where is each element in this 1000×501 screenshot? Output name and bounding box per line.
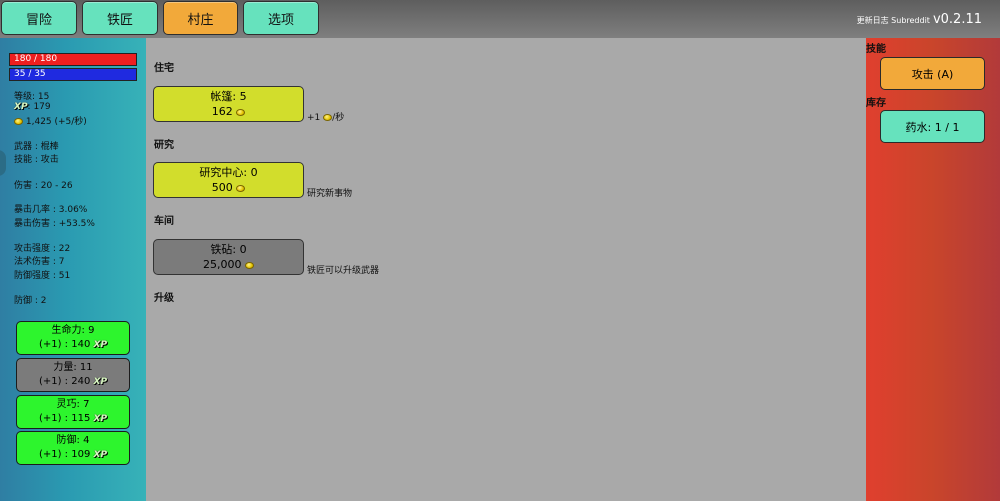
coin-icon	[236, 108, 246, 116]
defense-power-stat: 防御强度 : 51	[14, 271, 71, 281]
attr-cost-value: (+1) : 115	[38, 413, 91, 424]
attr-cost-value: (+1) : 140	[38, 339, 91, 350]
attr-cost: (+1) : 140 XP	[17, 338, 129, 352]
attack-skill-button[interactable]: 攻击 (A)	[880, 57, 985, 90]
version-number: v0.2.11	[932, 12, 982, 27]
cost-value: 500	[211, 181, 233, 194]
changelog-subreddit-links[interactable]: 更新日志 Subreddit	[857, 15, 930, 26]
attr-name: 生命力: 9	[51, 325, 95, 336]
crit-damage-stat: 暴击伤害 : +53.5%	[14, 219, 95, 229]
anvil-build-button[interactable]: 铁砧: 0 25,000	[153, 239, 304, 275]
xp-stat: XP: 179	[14, 102, 51, 112]
skills-inventory-panel: 技能 攻击 (A) 库存 药水: 1 / 1	[866, 38, 1000, 501]
attr-name: 防御: 4	[56, 435, 90, 446]
dexterity-upgrade-button[interactable]: 灵巧: 7 (+1) : 115 XP	[16, 395, 130, 429]
building-cost: 162	[154, 104, 303, 119]
attr-cost-value: (+1) : 240	[38, 376, 91, 387]
tab-options[interactable]: 选项	[243, 1, 319, 35]
xp-icon: XP	[93, 377, 108, 387]
research-center-build-button[interactable]: 研究中心: 0 500	[153, 162, 304, 198]
housing-title: 住宅	[154, 63, 174, 74]
coin-icon	[236, 184, 246, 192]
building-name: 帐篷: 5	[210, 90, 247, 103]
spell-power-stat: 法术伤害 : 7	[14, 257, 65, 267]
building-cost: 25,000	[154, 257, 303, 272]
vitality-upgrade-button[interactable]: 生命力: 9 (+1) : 140 XP	[16, 321, 130, 355]
damage-stat: 伤害 : 20 - 26	[14, 181, 73, 191]
building-name: 研究中心: 0	[199, 166, 258, 179]
mp-bar: 35 / 35	[9, 68, 137, 81]
crit-rate-stat: 暴击几率 : 3.06%	[14, 205, 88, 215]
hp-bar: 180 / 180	[9, 53, 137, 66]
cost-value: 162	[211, 105, 233, 118]
tab-village[interactable]: 村庄	[163, 1, 238, 35]
xp-icon: XP	[93, 340, 108, 350]
tent-build-button[interactable]: 帐篷: 5 162	[153, 86, 304, 122]
version-info: 更新日志 Subreddit v0.2.11	[857, 12, 982, 27]
defense-upgrade-button[interactable]: 防御: 4 (+1) : 109 XP	[16, 431, 130, 465]
top-bar: 冒险 铁匠 村庄 选项 更新日志 Subreddit v0.2.11	[0, 0, 1000, 38]
xp-icon: XP	[14, 102, 28, 112]
mp-text: 35 / 35	[14, 69, 46, 79]
xp-icon: XP	[93, 414, 108, 424]
tab-adventure[interactable]: 冒险	[1, 1, 77, 35]
workshop-title: 车间	[154, 216, 174, 227]
level-stat: 等级: 15	[14, 92, 50, 102]
xp-value: : 179	[27, 102, 51, 112]
tent-description: +1 /秒	[307, 110, 344, 123]
attr-cost: (+1) : 109 XP	[17, 448, 129, 462]
anvil-description: 铁匠可以升级武器	[307, 266, 380, 276]
village-panel: 住宅 帐篷: 5 162 +1 /秒 研究 研究中心: 0 500 研究新事物 …	[146, 38, 866, 501]
panel-handle	[0, 150, 6, 176]
cost-value: 25,000	[203, 258, 242, 271]
defense-stat: 防御 : 2	[14, 296, 47, 306]
coin-icon	[323, 114, 333, 121]
desc-prefix: +1	[307, 113, 321, 123]
inventory-title: 库存	[866, 98, 886, 109]
skills-title: 技能	[866, 44, 886, 55]
upgrades-title: 升级	[154, 293, 174, 304]
potion-button[interactable]: 药水: 1 / 1	[880, 110, 985, 143]
hp-text: 180 / 180	[14, 54, 58, 64]
coin-icon	[245, 261, 254, 269]
attr-cost-value: (+1) : 109	[38, 449, 91, 460]
attack-power-stat: 攻击强度 : 22	[14, 244, 71, 254]
attr-cost: (+1) : 240 XP	[17, 375, 129, 389]
desc-suffix: /秒	[332, 113, 345, 123]
weapon-stat: 武器 : 棍棒	[14, 142, 59, 152]
attr-cost: (+1) : 115 XP	[17, 412, 129, 426]
gold-stat: 1,425 (+5/秒)	[14, 114, 87, 127]
xp-icon: XP	[93, 450, 108, 460]
research-description: 研究新事物	[307, 189, 353, 199]
attr-name: 力量: 11	[53, 362, 93, 373]
coin-icon	[14, 118, 23, 125]
attr-name: 灵巧: 7	[56, 399, 90, 410]
tab-blacksmith[interactable]: 铁匠	[82, 1, 158, 35]
building-name: 铁砧: 0	[210, 243, 247, 256]
strength-upgrade-button[interactable]: 力量: 11 (+1) : 240 XP	[16, 358, 130, 392]
player-panel: 180 / 180 35 / 35 等级: 15 XP: 179 1,425 (…	[0, 38, 146, 501]
gold-value: 1,425 (+5/秒)	[25, 117, 87, 127]
research-title: 研究	[154, 140, 174, 151]
building-cost: 500	[154, 180, 303, 195]
skill-stat: 技能 : 攻击	[14, 155, 59, 165]
